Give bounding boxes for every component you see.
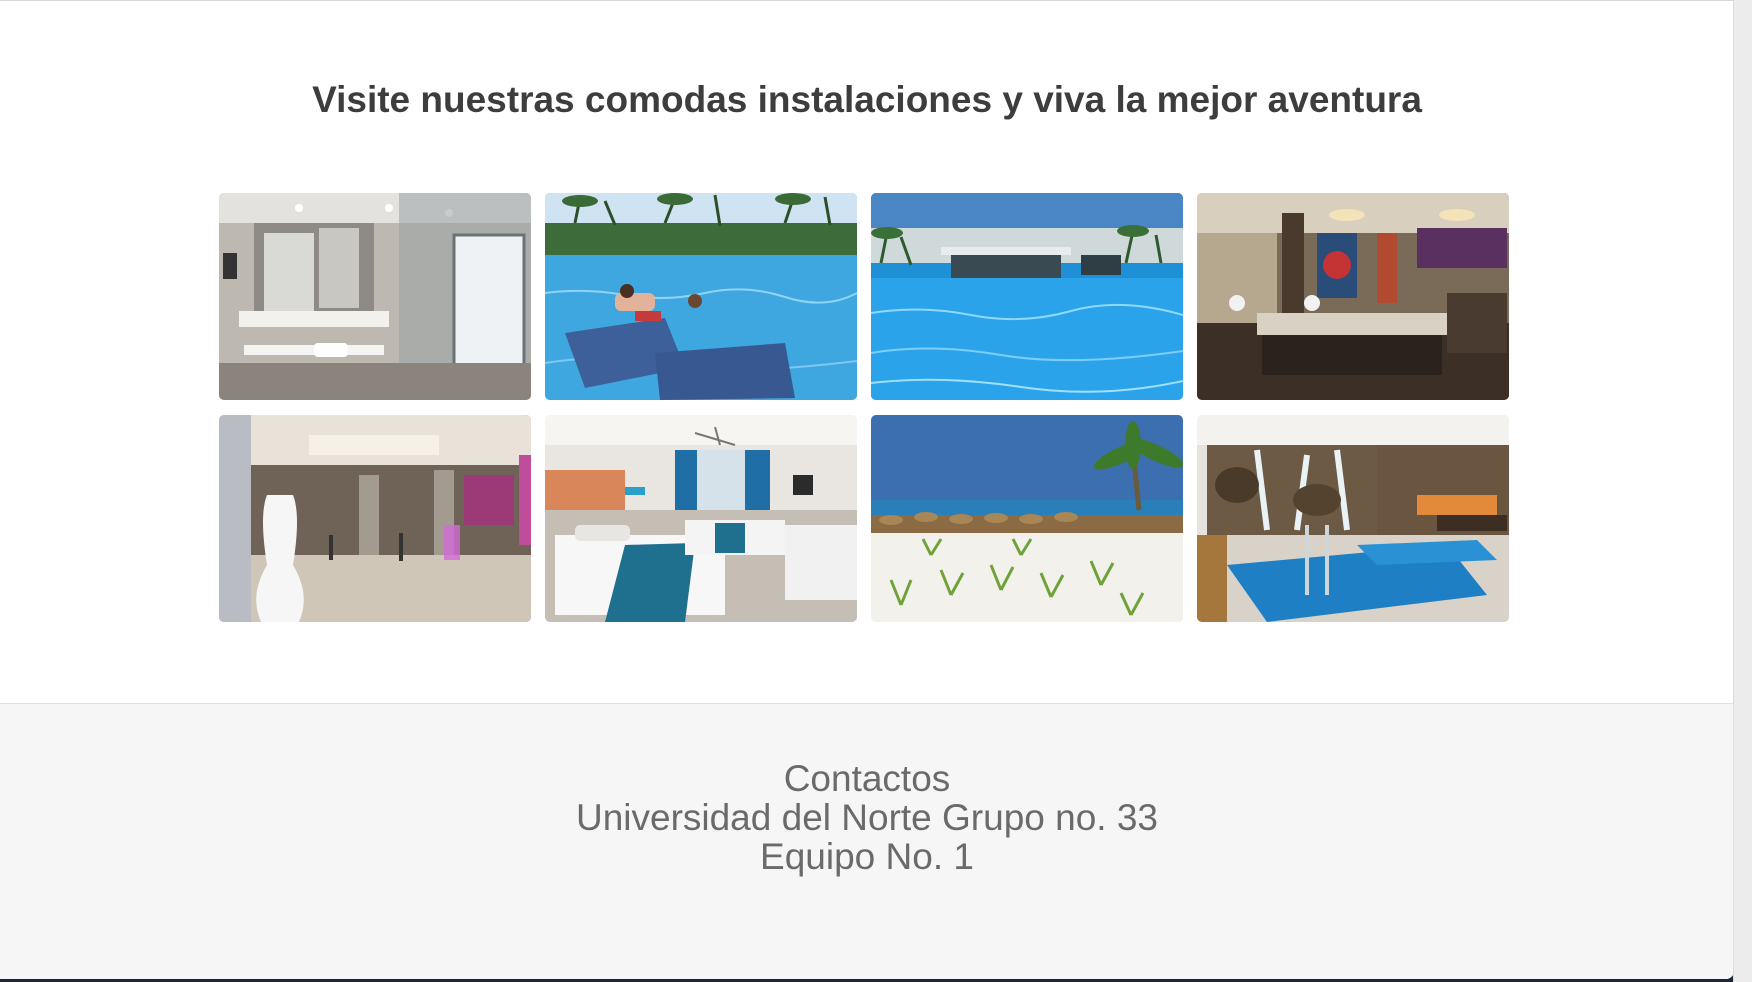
gallery-photo-pool-loungers[interactable]	[545, 193, 857, 400]
gallery-title: Visite nuestras comodas instalaciones y …	[312, 79, 1422, 120]
page: Visite nuestras comodas instalaciones y …	[0, 0, 1752, 982]
gallery-photo-bedroom[interactable]	[545, 415, 857, 622]
gallery-photo-pool[interactable]	[871, 193, 1183, 400]
footer-heading: Contactos	[783, 758, 951, 799]
browser-viewport: Visite nuestras comodas instalaciones y …	[0, 0, 1734, 979]
gallery-photo-spa-pool[interactable]	[1197, 415, 1509, 622]
footer: Contactos Universidad del Norte Grupo no…	[0, 703, 1734, 979]
buffet-restaurant-image	[1197, 193, 1509, 400]
beach-image	[871, 415, 1183, 622]
gallery-photo-bathroom[interactable]	[219, 193, 531, 400]
vertical-scrollbar[interactable]	[1733, 0, 1752, 982]
photo-gallery	[219, 193, 1509, 622]
bedroom-image	[545, 415, 857, 622]
footer-university: Universidad del Norte Grupo no. 33	[575, 797, 1159, 838]
gallery-photo-lobby[interactable]	[219, 415, 531, 622]
lobby-image	[219, 415, 531, 622]
pool-loungers-image	[545, 193, 857, 400]
contact-block: Contactos Universidad del Norte Grupo no…	[0, 759, 1734, 876]
gallery-photo-beach[interactable]	[871, 415, 1183, 622]
spa-pool-image	[1197, 415, 1509, 622]
footer-team: Equipo No. 1	[760, 836, 974, 877]
bathroom-image	[219, 193, 531, 400]
gallery-photo-buffet-restaurant[interactable]	[1197, 193, 1509, 400]
pool-image	[871, 193, 1183, 400]
